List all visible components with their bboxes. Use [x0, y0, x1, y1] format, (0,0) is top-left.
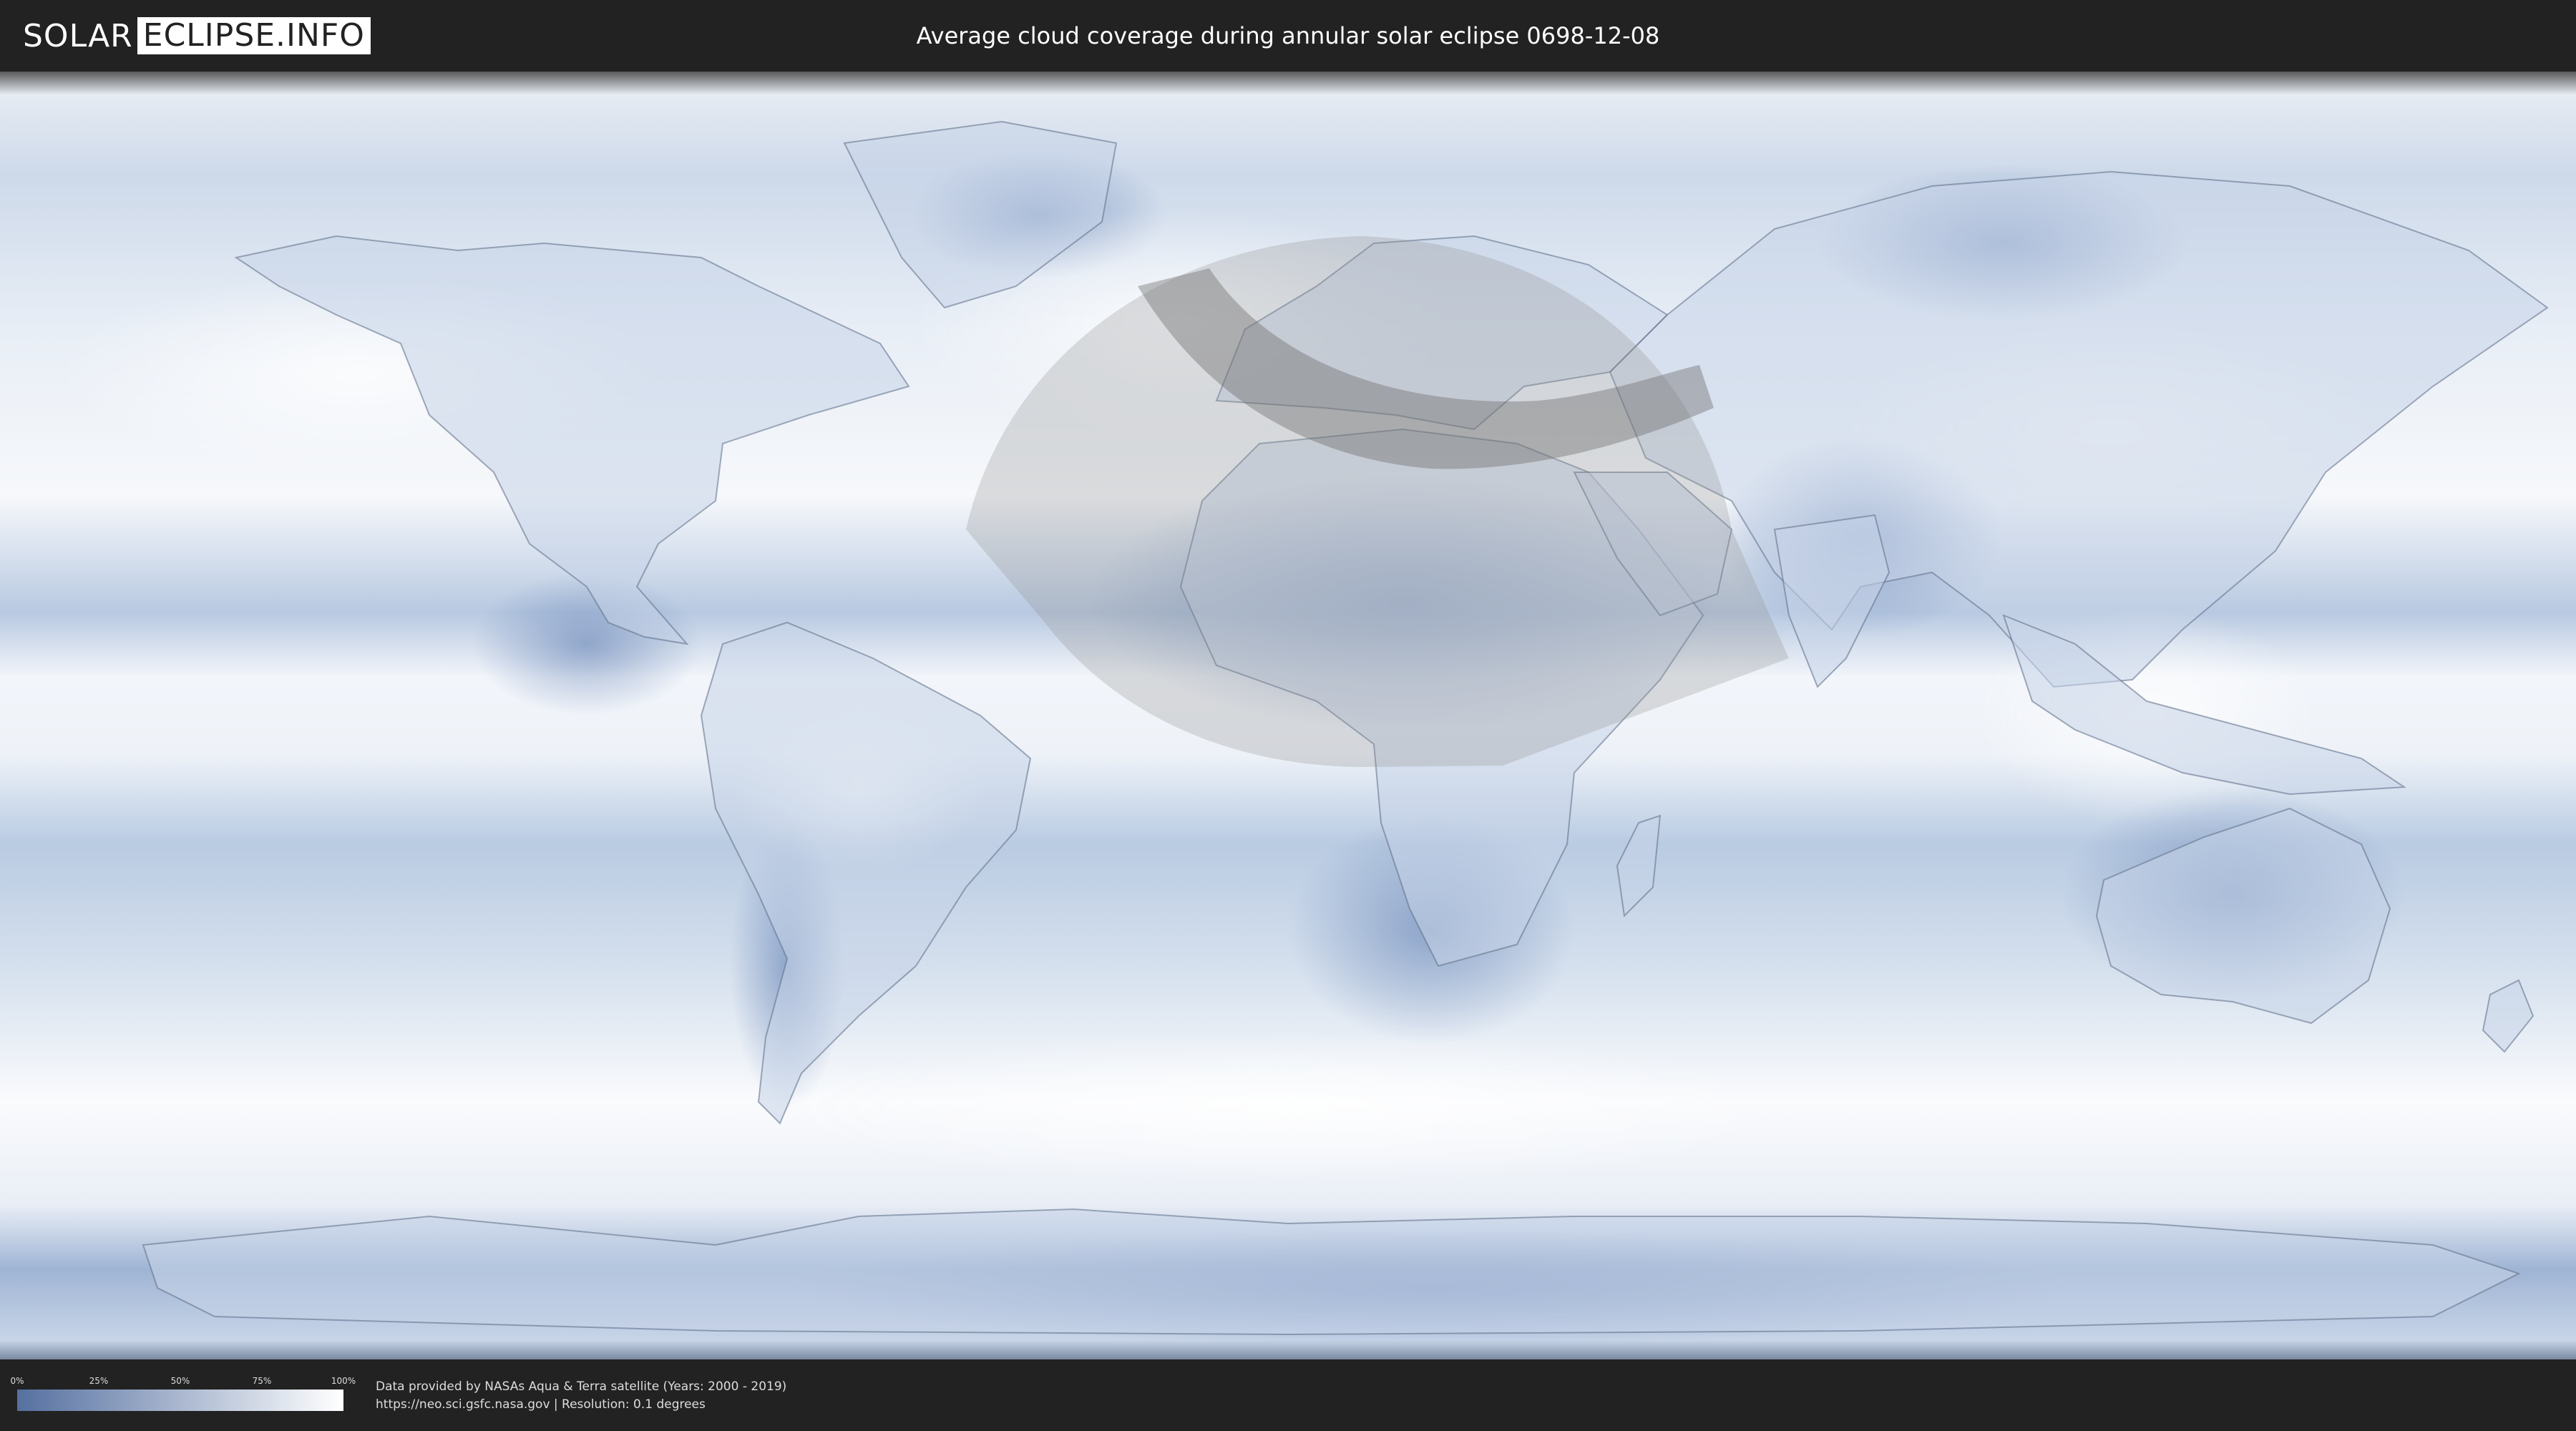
credits-url: https://neo.sci.gsfc.nasa.gov | Resoluti… — [376, 1397, 706, 1412]
legend-tick-25: 25% — [89, 1376, 109, 1386]
footer-bar: 0% 25% 50% 75% 100% Data provided by NAS… — [0, 1359, 2576, 1431]
header-bar: SOLAR ECLIPSE.INFO Average cloud coverag… — [0, 0, 2576, 72]
legend-tick-100: 100% — [331, 1376, 356, 1386]
legend-tick-50: 50% — [170, 1376, 190, 1386]
data-credits: Data provided by NASAs Aqua & Terra sate… — [376, 1378, 786, 1414]
legend-tick-labels: 0% 25% 50% 75% 100% — [10, 1376, 356, 1386]
credits-source: Data provided by NASAs Aqua & Terra sate… — [376, 1379, 787, 1394]
legend-tick-0: 0% — [10, 1376, 24, 1386]
legend-tick-75: 75% — [252, 1376, 272, 1386]
antarctica-shape — [142, 1208, 2521, 1336]
legend-color-bar — [17, 1390, 343, 1411]
page-title: Average cloud coverage during annular so… — [916, 22, 1660, 49]
cloud-coverage-map — [0, 72, 2576, 1359]
